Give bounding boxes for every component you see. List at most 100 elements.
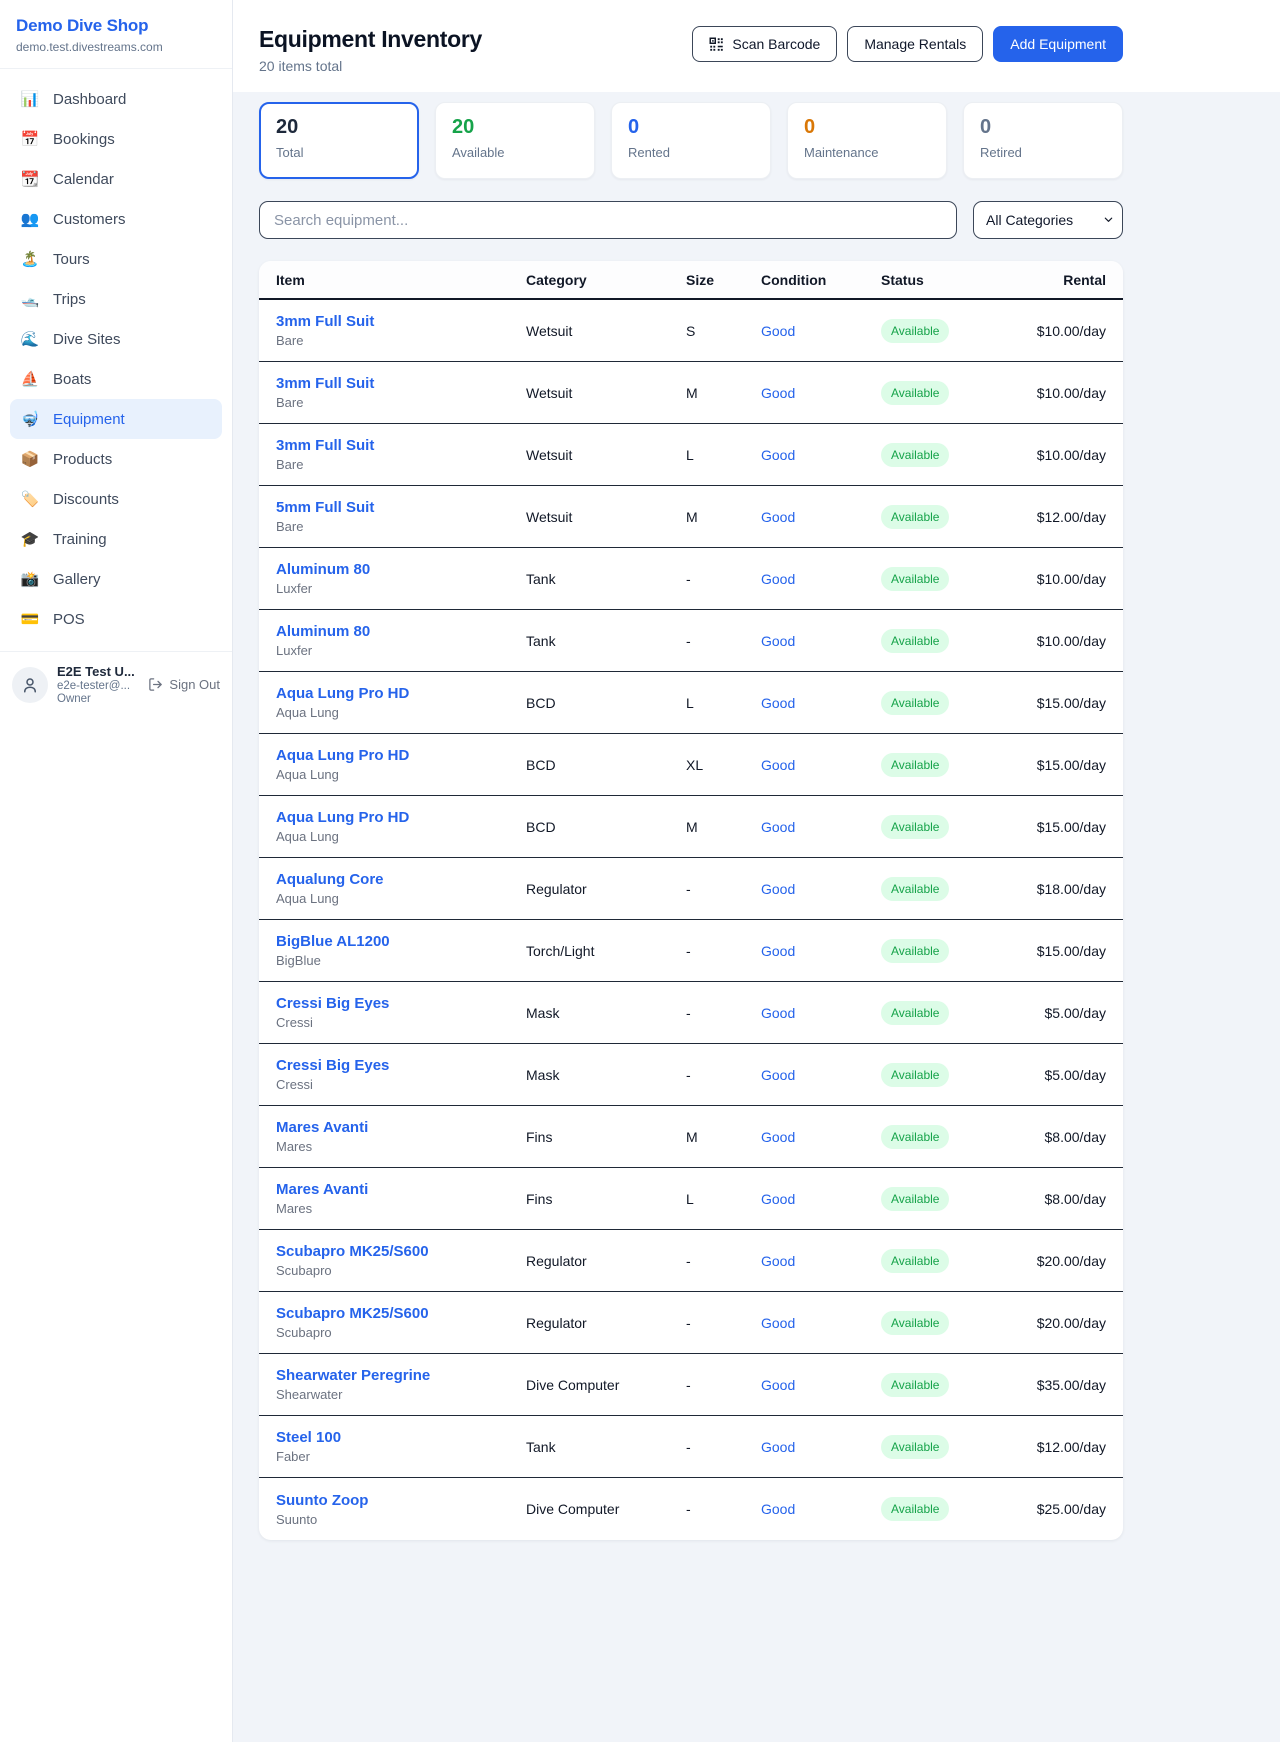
- item-brand: Scubapro: [276, 1325, 526, 1340]
- item-category: BCD: [526, 819, 686, 835]
- sidebar-item-gallery[interactable]: 📸 Gallery: [10, 559, 222, 599]
- user-email: e2e-tester@...: [57, 680, 139, 692]
- item-condition-link[interactable]: Good: [761, 509, 881, 525]
- item-condition-link[interactable]: Good: [761, 447, 881, 463]
- item-condition-link[interactable]: Good: [761, 881, 881, 897]
- sidebar-item-pos[interactable]: 💳 POS: [10, 599, 222, 639]
- bar-chart-icon: 📊: [20, 90, 40, 108]
- item-category: Regulator: [526, 1253, 686, 1269]
- item-name-link[interactable]: Scubapro MK25/S600: [276, 1305, 526, 1322]
- sidebar-item-bookings[interactable]: 📅 Bookings: [10, 119, 222, 159]
- status-badge: Available: [881, 505, 949, 529]
- stat-card-available[interactable]: 20 Available: [435, 102, 595, 179]
- item-name-link[interactable]: Cressi Big Eyes: [276, 1057, 526, 1074]
- brand-name: Demo Dive Shop: [16, 16, 216, 36]
- item-name-link[interactable]: Mares Avanti: [276, 1119, 526, 1136]
- category-select[interactable]: All Categories: [973, 201, 1123, 239]
- item-name-link[interactable]: Steel 100: [276, 1429, 526, 1446]
- item-name-link[interactable]: Shearwater Peregrine: [276, 1367, 526, 1384]
- stat-value: 0: [804, 116, 930, 139]
- sidebar-item-label: Tours: [53, 251, 90, 268]
- item-name-link[interactable]: Aqua Lung Pro HD: [276, 747, 526, 764]
- sidebar-item-tours[interactable]: 🏝️ Tours: [10, 239, 222, 279]
- sign-out-button[interactable]: Sign Out: [148, 677, 220, 692]
- item-name-link[interactable]: Aluminum 80: [276, 561, 526, 578]
- barcode-scan-icon: [709, 37, 724, 52]
- search-input[interactable]: [259, 201, 957, 239]
- sidebar-item-dashboard[interactable]: 📊 Dashboard: [10, 79, 222, 119]
- manage-rentals-button[interactable]: Manage Rentals: [847, 26, 983, 62]
- sidebar-item-equipment[interactable]: 🤿 Equipment: [10, 399, 222, 439]
- item-name-link[interactable]: Aqua Lung Pro HD: [276, 685, 526, 702]
- item-name-link[interactable]: Aqualung Core: [276, 871, 526, 888]
- main-area: Equipment Inventory 20 items total Scan …: [233, 0, 1280, 1742]
- item-condition-link[interactable]: Good: [761, 943, 881, 959]
- table-row: Aqua Lung Pro HD Aqua Lung BCD L Good Av…: [259, 672, 1123, 734]
- item-condition-link[interactable]: Good: [761, 385, 881, 401]
- table-row: Aqualung Core Aqua Lung Regulator - Good…: [259, 858, 1123, 920]
- scan-barcode-button[interactable]: Scan Barcode: [692, 26, 837, 62]
- item-condition-link[interactable]: Good: [761, 757, 881, 773]
- item-name-link[interactable]: 3mm Full Suit: [276, 437, 526, 454]
- sidebar-item-customers[interactable]: 👥 Customers: [10, 199, 222, 239]
- item-condition-link[interactable]: Good: [761, 571, 881, 587]
- item-condition-link[interactable]: Good: [761, 1253, 881, 1269]
- item-condition-link[interactable]: Good: [761, 1501, 881, 1517]
- item-name-link[interactable]: 3mm Full Suit: [276, 375, 526, 392]
- item-condition-link[interactable]: Good: [761, 323, 881, 339]
- stat-card-maintenance[interactable]: 0 Maintenance: [787, 102, 947, 179]
- item-condition-link[interactable]: Good: [761, 1439, 881, 1455]
- item-size: M: [686, 509, 761, 525]
- sidebar-item-training[interactable]: 🎓 Training: [10, 519, 222, 559]
- stat-card-total[interactable]: 20 Total: [259, 102, 419, 179]
- item-name-link[interactable]: Scubapro MK25/S600: [276, 1243, 526, 1260]
- item-name-link[interactable]: Mares Avanti: [276, 1181, 526, 1198]
- item-rental-price: $20.00/day: [1021, 1253, 1106, 1269]
- item-condition-link[interactable]: Good: [761, 1129, 881, 1145]
- item-name-link[interactable]: Cressi Big Eyes: [276, 995, 526, 1012]
- item-condition-link[interactable]: Good: [761, 1067, 881, 1083]
- stat-card-retired[interactable]: 0 Retired: [963, 102, 1123, 179]
- table-row: Aluminum 80 Luxfer Tank - Good Available…: [259, 610, 1123, 672]
- wave-icon: 🌊: [20, 330, 40, 348]
- sidebar-item-dive-sites[interactable]: 🌊 Dive Sites: [10, 319, 222, 359]
- item-condition-link[interactable]: Good: [761, 819, 881, 835]
- status-badge: Available: [881, 753, 949, 777]
- item-name-link[interactable]: 3mm Full Suit: [276, 313, 526, 330]
- item-condition-link[interactable]: Good: [761, 695, 881, 711]
- scan-barcode-label: Scan Barcode: [732, 36, 820, 52]
- column-header-rental: Rental: [1021, 272, 1106, 288]
- table-row: Cressi Big Eyes Cressi Mask - Good Avail…: [259, 1044, 1123, 1106]
- item-size: -: [686, 1315, 761, 1331]
- status-badge: Available: [881, 567, 949, 591]
- sign-out-icon: [148, 677, 163, 692]
- sidebar-item-calendar[interactable]: 📆 Calendar: [10, 159, 222, 199]
- item-category: Mask: [526, 1067, 686, 1083]
- column-header-item: Item: [276, 272, 526, 288]
- item-name-link[interactable]: Suunto Zoop: [276, 1492, 526, 1509]
- item-name-link[interactable]: BigBlue AL1200: [276, 933, 526, 950]
- item-condition-link[interactable]: Good: [761, 1005, 881, 1021]
- item-condition-link[interactable]: Good: [761, 1377, 881, 1393]
- sidebar-item-label: Discounts: [53, 491, 119, 508]
- sidebar-item-discounts[interactable]: 🏷️ Discounts: [10, 479, 222, 519]
- brand-link[interactable]: Demo Dive Shop demo.test.divestreams.com: [0, 0, 232, 69]
- item-name-link[interactable]: Aluminum 80: [276, 623, 526, 640]
- page-title: Equipment Inventory: [259, 26, 482, 53]
- stat-card-rented[interactable]: 0 Rented: [611, 102, 771, 179]
- item-condition-link[interactable]: Good: [761, 1315, 881, 1331]
- motorboat-icon: 🛥️: [20, 290, 40, 308]
- item-condition-link[interactable]: Good: [761, 1191, 881, 1207]
- add-equipment-button[interactable]: Add Equipment: [993, 26, 1123, 62]
- table-row: Shearwater Peregrine Shearwater Dive Com…: [259, 1354, 1123, 1416]
- sidebar-item-trips[interactable]: 🛥️ Trips: [10, 279, 222, 319]
- item-condition-link[interactable]: Good: [761, 633, 881, 649]
- item-brand: Cressi: [276, 1015, 526, 1030]
- diving-mask-icon: 🤿: [20, 410, 40, 428]
- sidebar-item-products[interactable]: 📦 Products: [10, 439, 222, 479]
- item-name-link[interactable]: Aqua Lung Pro HD: [276, 809, 526, 826]
- item-rental-price: $12.00/day: [1021, 1439, 1106, 1455]
- avatar: [12, 667, 48, 703]
- item-name-link[interactable]: 5mm Full Suit: [276, 499, 526, 516]
- sidebar-item-boats[interactable]: ⛵ Boats: [10, 359, 222, 399]
